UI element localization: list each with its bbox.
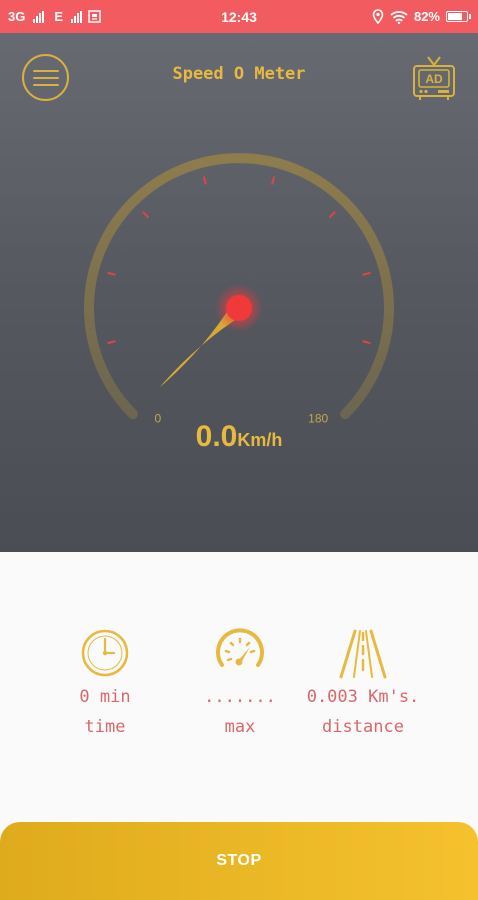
location-icon (372, 9, 384, 24)
stats-section: 0 min time ....... max 0.003 Km's. dista… (0, 552, 478, 822)
network-type-2: E (54, 9, 64, 24)
signal-icon-2 (71, 10, 83, 23)
gauge-tick (202, 176, 207, 185)
gauge-tick (271, 176, 276, 185)
network-type-1: 3G (8, 9, 26, 24)
notification-icon (88, 10, 101, 23)
speed-readout: 0.0Km/h (0, 420, 478, 454)
status-bar-right: 82% (372, 9, 471, 24)
gauge-tick (362, 340, 371, 345)
signal-icon (33, 10, 45, 23)
gauge-tick (362, 271, 371, 276)
needle-hub (226, 295, 252, 321)
gauge-tick (107, 340, 116, 345)
status-bar: 3G E 12:43 82% (0, 0, 478, 33)
speedometer-icon (216, 628, 264, 667)
wifi-icon (390, 10, 408, 24)
stat-distance: 0.003 Km's. distance (283, 627, 443, 737)
status-bar-left: 3G E (8, 9, 101, 24)
gauge-panel: Speed O Meter AD 0 180 0.0Km/h (0, 33, 478, 552)
gauge-tick (328, 211, 336, 219)
stop-button[interactable]: STOP (0, 822, 478, 900)
battery-percent: 82% (413, 9, 440, 24)
road-icon (339, 629, 387, 679)
distance-value: 0.003 Km's. (306, 687, 420, 707)
speed-value: 0.0 (195, 420, 238, 453)
gauge-tick (107, 271, 116, 276)
speed-unit: Km/h (237, 430, 283, 450)
distance-label: distance (322, 717, 404, 737)
gauge-tick (142, 211, 150, 219)
speedometer-gauge: 0 180 (84, 153, 394, 426)
clock-icon (81, 629, 129, 677)
battery-icon (446, 11, 471, 22)
